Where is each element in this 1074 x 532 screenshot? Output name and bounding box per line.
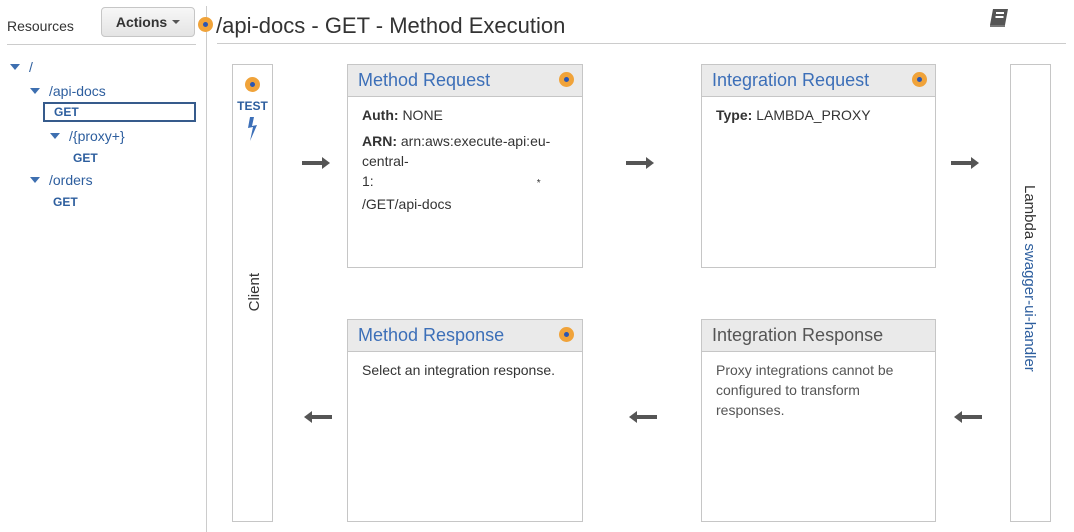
panel-divider	[206, 6, 207, 532]
lambda-column: Lambda swagger-ui-handler	[1010, 64, 1051, 522]
tree-node-label: /orders	[49, 172, 93, 188]
status-dot-icon	[559, 327, 574, 342]
arn-line-3: 1:	[362, 173, 374, 189]
integration-response-title: Integration Response	[712, 325, 884, 345]
test-link[interactable]: TEST	[233, 99, 272, 113]
page-title: /api-docs - GET - Method Execution	[216, 13, 566, 38]
actions-label: Actions	[115, 14, 168, 30]
tree-node-root[interactable]: /	[10, 59, 33, 75]
client-column: TEST Client	[232, 64, 273, 522]
arn-line-1: arn:aws:execute-api:eu-	[400, 133, 551, 149]
status-dot-icon	[245, 77, 260, 92]
arrow-left-icon	[629, 411, 657, 423]
method-proxy-get[interactable]: GET	[73, 151, 98, 165]
status-dot-icon	[198, 17, 213, 32]
auth-key: Auth:	[362, 107, 399, 123]
integration-request-link[interactable]: Integration Request	[712, 70, 869, 91]
method-response-text: Select an integration response.	[362, 362, 556, 378]
arrow-right-icon	[626, 157, 654, 169]
collapse-triangle-icon[interactable]	[30, 88, 40, 94]
method-api-docs-get[interactable]: GET	[43, 102, 196, 122]
collapse-triangle-icon[interactable]	[30, 177, 40, 183]
integration-response-card: Integration Response Proxy integrations …	[701, 319, 936, 522]
collapse-triangle-icon[interactable]	[50, 133, 60, 139]
arn-line-2: central-	[362, 153, 409, 169]
tree-node-proxy[interactable]: /{proxy+}	[50, 128, 125, 144]
title-divider	[217, 43, 1066, 44]
arrow-left-icon	[304, 411, 332, 423]
arn-key: ARN:	[362, 133, 397, 149]
method-response-link[interactable]: Method Response	[358, 325, 504, 346]
arn-line-3-tail: *	[536, 178, 541, 189]
tree-node-label: /{proxy+}	[69, 128, 125, 144]
tree-node-label: /api-docs	[49, 83, 106, 99]
lightning-bolt-icon[interactable]	[244, 117, 260, 146]
arrow-left-icon	[954, 411, 982, 423]
auth-row: Auth: NONE	[362, 105, 568, 125]
arrow-right-icon	[302, 157, 330, 169]
status-dot-icon	[912, 72, 927, 87]
integration-response-text: Proxy integrations cannot be configured …	[716, 362, 894, 418]
lambda-function-link[interactable]: swagger-ui-handler	[1021, 243, 1038, 371]
tree-node-label: /	[29, 59, 33, 75]
divider	[7, 44, 196, 45]
collapse-triangle-icon[interactable]	[10, 64, 20, 70]
arrow-right-icon	[951, 157, 979, 169]
status-dot-icon	[559, 72, 574, 87]
method-response-card: Method Response Select an integration re…	[347, 319, 583, 522]
caret-down-icon	[172, 20, 181, 24]
method-request-link[interactable]: Method Request	[358, 70, 490, 91]
type-key: Type:	[716, 107, 753, 123]
integration-request-card: Integration Request Type: LAMBDA_PROXY	[701, 64, 936, 268]
actions-dropdown-button[interactable]: Actions	[101, 7, 195, 37]
lambda-prefix: Lambda	[1021, 185, 1038, 240]
method-orders-get[interactable]: GET	[53, 195, 78, 209]
client-label: Client	[246, 273, 263, 312]
arn-line-4: /GET/api-docs	[362, 196, 452, 212]
lambda-label: Lambda swagger-ui-handler	[1021, 185, 1038, 372]
resources-label: Resources	[7, 18, 74, 34]
arn-row: ARN: arn:aws:execute-api:eu- central- 1:…	[362, 131, 568, 214]
method-request-card: Method Request Auth: NONE ARN: arn:aws:e…	[347, 64, 583, 268]
type-value: LAMBDA_PROXY	[756, 107, 871, 123]
tree-node-orders[interactable]: /orders	[30, 172, 93, 188]
auth-value: NONE	[402, 107, 443, 123]
book-icon[interactable]	[988, 8, 1010, 33]
tree-node-api-docs[interactable]: /api-docs	[30, 83, 106, 99]
